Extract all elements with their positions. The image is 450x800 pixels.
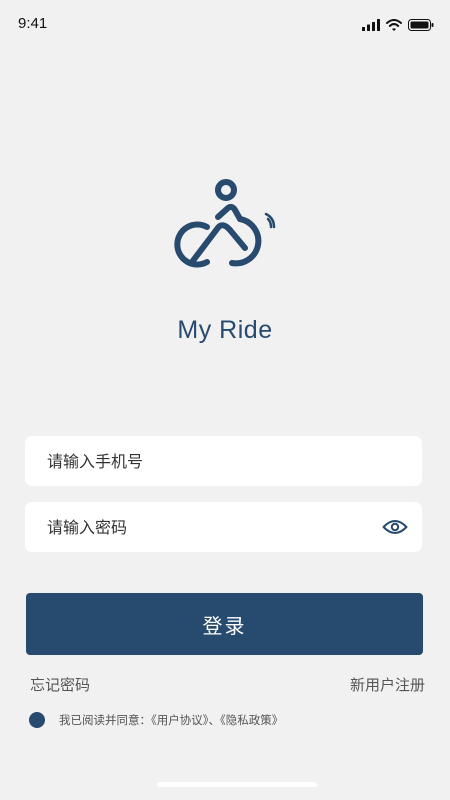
password-input[interactable] <box>47 502 377 552</box>
status-time: 9:41 <box>18 15 48 32</box>
app-name: My Ride <box>177 316 273 344</box>
home-indicator[interactable] <box>157 782 317 787</box>
status-bar: 9:41 <box>0 0 450 50</box>
agreement-checkbox[interactable] <box>29 712 45 728</box>
password-field[interactable] <box>25 502 422 552</box>
wifi-icon <box>386 19 402 31</box>
forgot-password-link[interactable]: 忘记密码 <box>30 674 90 695</box>
cyclist-icon <box>174 179 276 268</box>
phone-input[interactable] <box>47 436 377 486</box>
login-button[interactable]: 登录 <box>26 593 423 655</box>
agreement: 我已阅读并同意：《用户协议》、《隐私政策》 <box>29 710 283 730</box>
phone-field[interactable] <box>25 436 422 486</box>
battery-icon <box>408 19 434 31</box>
eye-icon[interactable] <box>382 518 408 536</box>
status-icons <box>362 18 434 32</box>
agreement-text[interactable]: 我已阅读并同意：《用户协议》、《隐私政策》 <box>59 712 283 728</box>
register-link[interactable]: 新用户注册 <box>350 674 425 695</box>
signal-icon <box>362 19 380 31</box>
